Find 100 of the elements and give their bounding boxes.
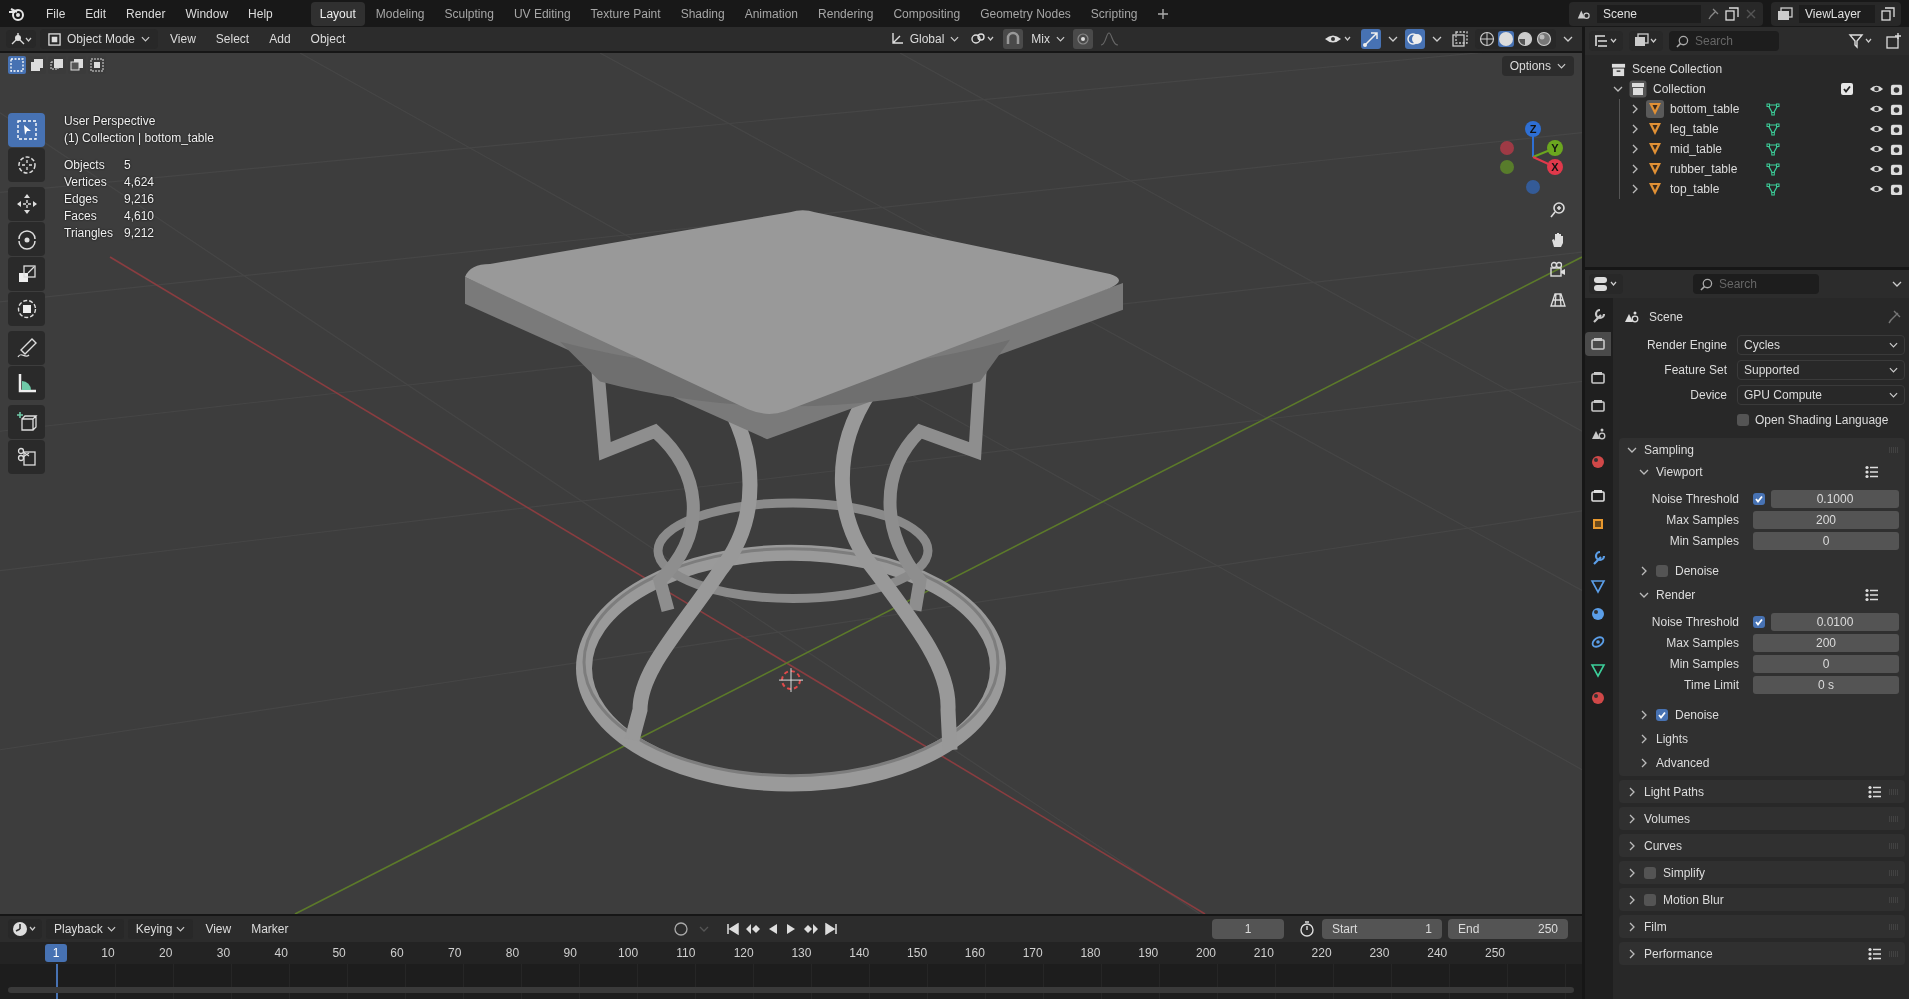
- workspace-tab[interactable]: UV Editing: [504, 1, 580, 26]
- menu-item[interactable]: File: [38, 3, 74, 24]
- tree-item[interactable]: mid_table: [1670, 142, 1760, 156]
- panel-title[interactable]: Sampling: [1644, 442, 1695, 457]
- mesh-object-icon[interactable]: [1646, 100, 1664, 118]
- pin-icon[interactable]: [1887, 310, 1901, 324]
- workspace-tab[interactable]: Scripting: [1081, 1, 1147, 26]
- search-field[interactable]: Search: [1693, 274, 1819, 294]
- preset-list-icon[interactable]: [1868, 946, 1882, 961]
- checkbox-label[interactable]: Open Shading Language: [1755, 412, 1889, 427]
- camera-icon[interactable]: [1890, 82, 1903, 96]
- subpanel-title[interactable]: Lights: [1656, 732, 1689, 746]
- start-frame-field[interactable]: Start 1: [1322, 919, 1442, 939]
- eye-icon[interactable]: [1869, 83, 1884, 95]
- workspace-tab[interactable]: Layout: [310, 1, 365, 26]
- dropdown-field[interactable]: Supported: [1737, 359, 1905, 380]
- camera-icon[interactable]: [1890, 122, 1903, 136]
- tree-item[interactable]: bottom_table: [1670, 102, 1760, 116]
- dropdown-field[interactable]: Cycles: [1737, 334, 1905, 355]
- current-frame-field[interactable]: 1: [1212, 919, 1284, 939]
- panel-title[interactable]: Volumes: [1644, 811, 1691, 826]
- axis-handle[interactable]: Y: [1547, 140, 1563, 156]
- orientation-dropdown[interactable]: Global: [885, 29, 964, 49]
- panel-title[interactable]: Motion Blur: [1663, 892, 1724, 907]
- chevron-icon[interactable]: [1627, 813, 1637, 824]
- menu-item[interactable]: Render: [118, 3, 174, 24]
- number-field[interactable]: 0 s: [1753, 675, 1899, 694]
- tree-item[interactable]: Scene Collection: [1632, 62, 1723, 76]
- eye-icon[interactable]: [1869, 103, 1884, 115]
- copy-icon[interactable]: [1725, 6, 1739, 21]
- chevron-icon[interactable]: [1630, 124, 1640, 134]
- view-layer-selector[interactable]: ViewLayer: [1771, 1, 1901, 26]
- menu-item[interactable]: View: [162, 29, 204, 49]
- eye-icon[interactable]: [1869, 163, 1884, 175]
- jump-end-icon[interactable]: [824, 922, 839, 936]
- select-extend-icon[interactable]: [28, 56, 46, 74]
- menu-item[interactable]: Help: [240, 3, 281, 24]
- tree-item[interactable]: top_table: [1670, 182, 1760, 196]
- preset-list-icon[interactable]: [1868, 784, 1882, 799]
- workspace-tab[interactable]: Rendering: [809, 1, 883, 26]
- number-field[interactable]: 200: [1753, 633, 1899, 652]
- eye-icon[interactable]: [1869, 183, 1884, 195]
- material-sphere-icon[interactable]: [1517, 31, 1533, 47]
- editor-type-button[interactable]: [1589, 274, 1623, 294]
- workspace-tab[interactable]: Modeling: [366, 1, 434, 26]
- eye-icon[interactable]: [1869, 123, 1884, 135]
- solid-sphere-icon[interactable]: [1498, 31, 1514, 47]
- chevron-icon[interactable]: [1627, 786, 1637, 797]
- checkbox[interactable]: [1753, 492, 1765, 505]
- tool-button[interactable]: [8, 222, 45, 256]
- number-field[interactable]: 0.1000: [1771, 489, 1899, 508]
- menu-dropdown[interactable]: Keying: [127, 919, 194, 939]
- checkbox[interactable]: [1644, 893, 1656, 906]
- negative-axis-handle[interactable]: [1526, 180, 1540, 194]
- mesh-data-icon[interactable]: [1766, 142, 1780, 156]
- menu-item[interactable]: Edit: [77, 3, 115, 24]
- menu-item[interactable]: View: [197, 919, 240, 939]
- tool-button[interactable]: [8, 366, 45, 400]
- properties-tab[interactable]: [1585, 332, 1611, 356]
- chevron-icon[interactable]: [1639, 758, 1649, 768]
- tree-item[interactable]: Collection: [1653, 82, 1706, 96]
- menu-item[interactable]: Object: [302, 29, 354, 49]
- shading-selector[interactable]: [1475, 29, 1556, 49]
- chevron-icon[interactable]: [1627, 867, 1637, 878]
- chevron-icon[interactable]: [1627, 894, 1637, 905]
- mode-dropdown[interactable]: Object Mode: [40, 29, 159, 49]
- mesh-data-icon[interactable]: [1766, 122, 1780, 136]
- dropdown-field[interactable]: GPU Compute: [1737, 384, 1905, 405]
- panel-title[interactable]: Curves: [1644, 838, 1682, 853]
- menu-dropdown[interactable]: Playback: [46, 919, 124, 939]
- tree-item[interactable]: leg_table: [1670, 122, 1760, 136]
- panel-title[interactable]: Performance: [1644, 946, 1713, 961]
- number-field[interactable]: 0.0100: [1771, 612, 1899, 631]
- rendered-sphere-icon[interactable]: [1536, 31, 1552, 47]
- subpanel-title[interactable]: Advanced: [1656, 756, 1710, 770]
- menu-item[interactable]: Select: [207, 29, 258, 49]
- chevron-icon[interactable]: [1613, 84, 1623, 94]
- chevron-icon[interactable]: [1630, 104, 1640, 114]
- overlays-icon[interactable]: [1405, 29, 1425, 49]
- pin-icon[interactable]: [1707, 7, 1719, 20]
- zoom-icon[interactable]: [1549, 201, 1567, 219]
- tool-button[interactable]: [8, 440, 45, 474]
- subpanel-title[interactable]: Viewport: [1656, 465, 1703, 479]
- tool-button[interactable]: [8, 148, 45, 182]
- chevron-icon[interactable]: [1639, 734, 1649, 744]
- chevron-icon[interactable]: [1627, 840, 1637, 851]
- scene-selector[interactable]: Scene: [1569, 1, 1763, 26]
- playhead-frame[interactable]: 1: [45, 944, 67, 962]
- checkbox[interactable]: [1737, 413, 1749, 426]
- menu-item[interactable]: Window: [177, 3, 237, 24]
- panel-title[interactable]: Light Paths: [1644, 784, 1705, 799]
- number-field[interactable]: 200: [1753, 510, 1899, 529]
- checkbox[interactable]: [1841, 83, 1853, 95]
- gizmo-toggle-icon[interactable]: [1361, 29, 1381, 49]
- chevron-icon[interactable]: [1639, 467, 1649, 477]
- tree-item[interactable]: rubber_table: [1670, 162, 1760, 176]
- preset-list-icon[interactable]: [1865, 465, 1879, 479]
- chevron-icon[interactable]: [1630, 144, 1640, 154]
- tool-button[interactable]: [8, 405, 45, 439]
- tool-button[interactable]: [8, 292, 45, 326]
